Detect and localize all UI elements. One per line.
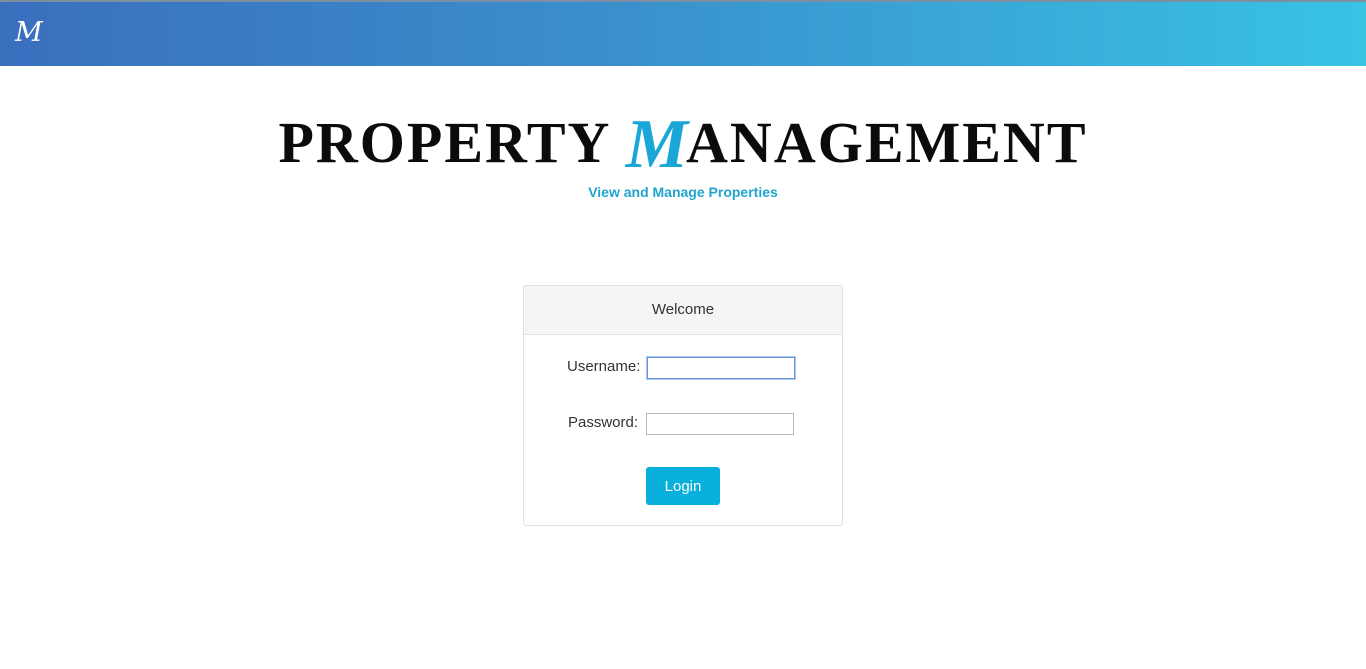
page-title: PROPERTY MANAGEMENT	[0, 106, 1366, 183]
login-button[interactable]: Login	[646, 467, 720, 505]
password-input[interactable]	[646, 413, 794, 435]
title-accent-letter: M	[625, 106, 691, 183]
login-card-header: Welcome	[524, 286, 842, 335]
password-label: Password:	[568, 414, 639, 431]
title-part-property: PROPERTY	[278, 110, 626, 175]
title-part-anagement: ANAGEMENT	[686, 110, 1088, 175]
username-input[interactable]	[647, 357, 795, 379]
app-logo-icon[interactable]: M	[15, 18, 43, 48]
password-row: Password:	[524, 412, 842, 436]
login-card: Welcome Username: Password: Login	[523, 285, 843, 526]
username-label: Username:	[567, 358, 641, 375]
username-row: Username:	[524, 356, 842, 380]
top-header-bar: M	[0, 0, 1366, 66]
page-tagline: View and Manage Properties	[588, 184, 778, 200]
